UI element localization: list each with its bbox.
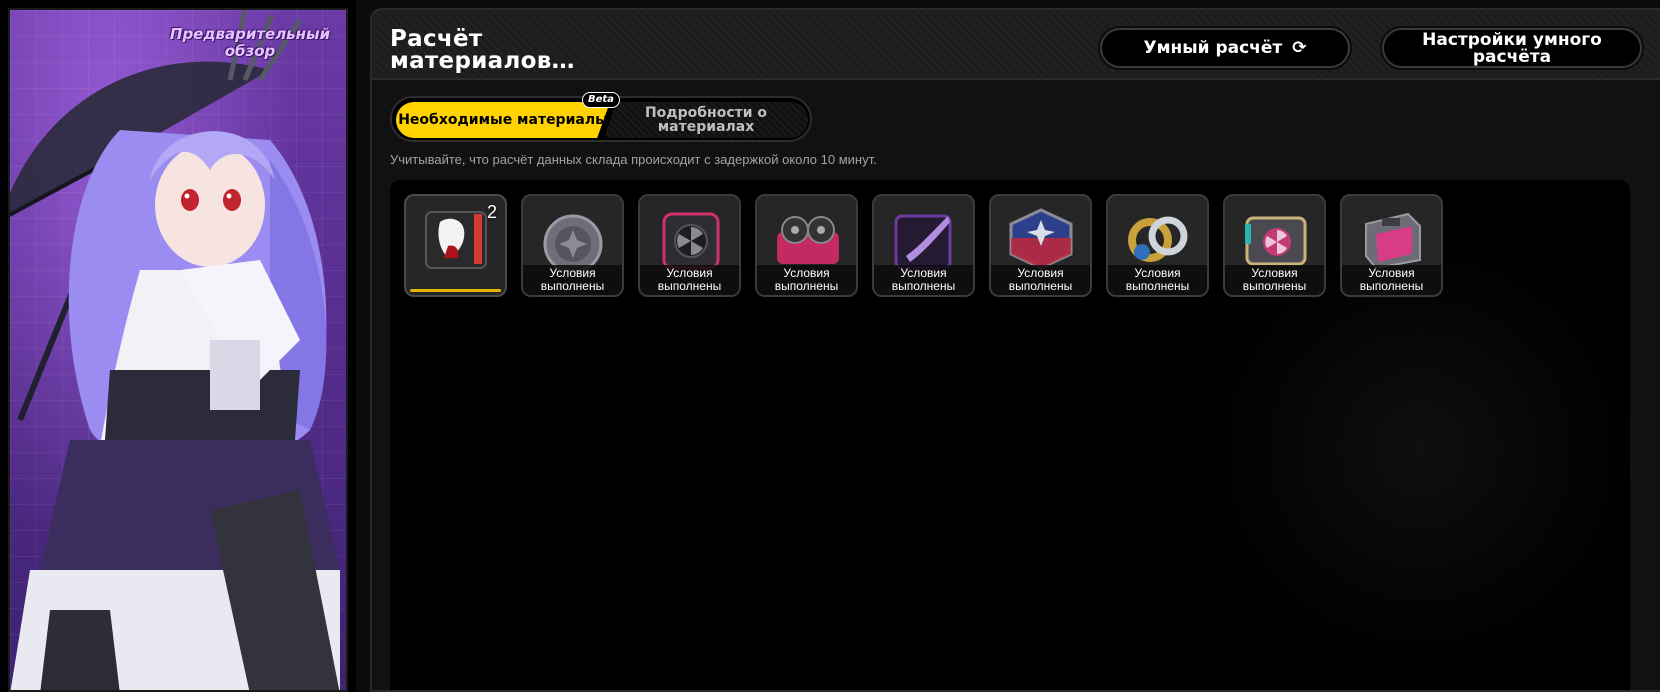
- beta-badge: Beta: [582, 92, 620, 108]
- material-status: Условия выполнены: [874, 265, 973, 295]
- pink-fan-material-icon: [662, 212, 720, 270]
- blue-chip-material-icon: [1009, 208, 1073, 270]
- material-status: Условия выполнены: [1225, 265, 1324, 295]
- main-panel: Расчёт материалов… Умный расчёт ⟳ Настро…: [370, 8, 1660, 692]
- refresh-icon: ⟳: [1292, 38, 1307, 58]
- material-status: Условия выполнены: [1108, 265, 1207, 295]
- smart-calc-settings-label: Настройки умного расчёта: [1422, 30, 1602, 67]
- material-item[interactable]: 2: [404, 194, 507, 297]
- materials-tab-toggle: Необходимые материалы Подробности о мате…: [390, 92, 812, 142]
- page-title: Расчёт материалов…: [390, 28, 575, 74]
- smart-calc-settings-button[interactable]: Настройки умного расчёта: [1382, 28, 1642, 68]
- material-item[interactable]: Условия выполнены: [755, 194, 858, 297]
- material-status: Условия выполнены: [757, 265, 856, 295]
- material-status: Условия выполнены: [1342, 265, 1441, 295]
- materials-list: 2 Условия выполнены Условия выполнены Ус…: [404, 194, 1443, 297]
- material-item[interactable]: Условия выполнены: [638, 194, 741, 297]
- pink-reel-material-icon: [777, 216, 839, 264]
- tab-required-materials-label: Необходимые материалы: [398, 112, 608, 128]
- material-item[interactable]: Условия выполнены: [1223, 194, 1326, 297]
- material-item[interactable]: Условия выполнены: [989, 194, 1092, 297]
- purple-blade-material-icon: [894, 214, 952, 270]
- sync-delay-notice: Учитывайте, что расчёт данных склада про…: [390, 152, 877, 167]
- character-illustration: [10, 10, 340, 690]
- tab-material-details-label: Подробности о материалах: [644, 105, 768, 135]
- smart-calc-button[interactable]: Умный расчёт ⟳: [1100, 28, 1350, 68]
- material-status: Условия выполнены: [991, 265, 1090, 295]
- material-status: Условия выполнены: [523, 265, 622, 295]
- materials-panel: 2 Условия выполнены Условия выполнены Ус…: [390, 180, 1630, 690]
- material-quantity: 2: [486, 202, 497, 222]
- smart-calc-label: Умный расчёт: [1143, 38, 1283, 58]
- material-item[interactable]: Условия выполнены: [1106, 194, 1209, 297]
- fan-module-material-icon: [1245, 216, 1307, 266]
- silver-disc-material-icon: [543, 214, 603, 272]
- header: Расчёт материалов… Умный расчёт ⟳ Настро…: [372, 10, 1660, 80]
- material-item[interactable]: Условия выполнены: [872, 194, 975, 297]
- preview-label[interactable]: Предварительный обзор: [160, 26, 340, 60]
- red-hand-material-icon: [425, 211, 487, 269]
- gold-gear-material-icon: [1128, 216, 1188, 262]
- material-item[interactable]: Условия выполнены: [1340, 194, 1443, 297]
- material-item[interactable]: Условия выполнены: [521, 194, 624, 297]
- material-status: Условия выполнены: [640, 265, 739, 295]
- tab-material-details[interactable]: Подробности о материалах: [604, 102, 808, 138]
- character-card[interactable]: Предварительный обзор: [0, 0, 356, 692]
- character-portrait: Предварительный обзор: [8, 8, 348, 692]
- pink-cartridge-material-icon: [1365, 212, 1421, 270]
- selected-indicator: [410, 289, 501, 292]
- tab-required-materials[interactable]: Необходимые материалы: [396, 102, 610, 138]
